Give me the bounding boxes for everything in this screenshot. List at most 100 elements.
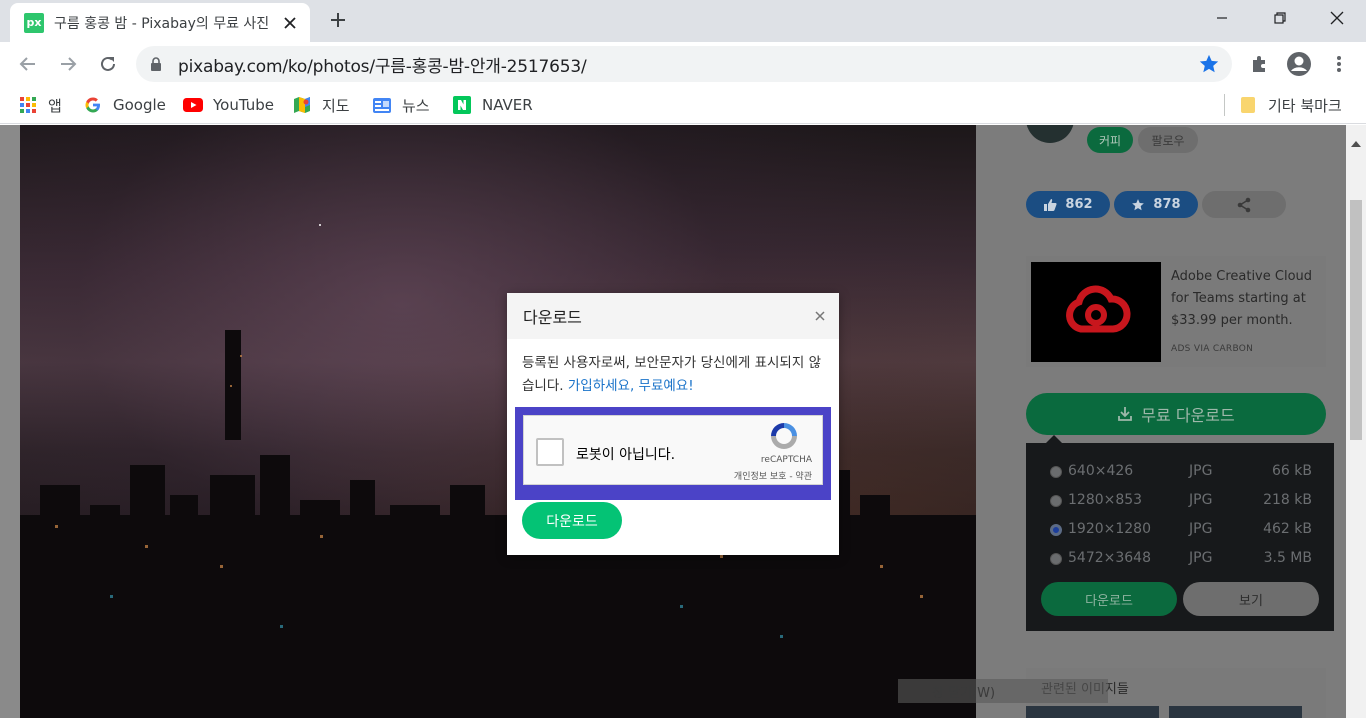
radio-button[interactable] [1050,553,1062,565]
size-option-1920[interactable]: 1920×1280 JPG 462 kB [1050,521,1312,541]
radio-button[interactable] [1050,466,1062,478]
dropdown-download-button[interactable]: 다운로드 [1041,582,1177,616]
ad-via: ADS VIA CARBON [1171,344,1254,354]
bookmark-star-icon[interactable] [1198,53,1220,80]
address-bar[interactable]: pixabay.com/ko/photos/구름-홍콩-밤-안개-2517653… [136,46,1232,82]
lock-icon [150,56,164,72]
ad-text: Adobe Creative Cloud for Teams starting … [1171,269,1313,328]
captcha-highlight-frame: 로봇이 아닙니다. reCAPTCHA 개인정보 보호 - 약관 [515,407,831,500]
option-size: 218 kB [1263,492,1312,508]
follow-button[interactable]: 팔로우 [1138,127,1198,153]
forward-button[interactable] [54,50,82,78]
recaptcha-logo-icon [768,420,800,457]
modal-download-button[interactable]: 다운로드 [522,502,622,539]
option-resolution: 1920×1280 [1068,521,1151,537]
option-size: 66 kB [1272,463,1312,479]
favorite-count: 878 [1153,197,1181,212]
related-image-thumbnail[interactable] [1026,706,1159,718]
browser-toolbar: pixabay.com/ko/photos/구름-홍콩-밤-안개-2517653… [0,42,1366,86]
bookmark-maps[interactable]: 지도 [292,95,350,115]
signup-link[interactable]: 가입하세요, 무료예요! [568,378,694,394]
share-button[interactable] [1202,191,1286,218]
captcha-checkbox[interactable] [536,438,564,466]
modal-title: 다운로드 [523,308,582,327]
related-image-thumbnail[interactable] [1169,706,1302,718]
browser-tab[interactable]: px 구름 홍콩 밤 - Pixabay의 무료 사진 [10,3,310,42]
view-button[interactable]: 보기 [1183,582,1319,616]
option-format: JPG [1189,492,1213,508]
bookmark-label: Google [113,96,166,114]
coffee-button[interactable]: 커피 [1087,127,1133,153]
thumbs-up-icon [1044,198,1058,211]
share-icon [1237,197,1251,212]
scroll-up-arrow-icon[interactable] [1351,135,1361,153]
recaptcha-brand: reCAPTCHA [760,455,812,465]
apps-grid-icon [18,96,38,114]
bookmark-label: 뉴스 [402,96,430,115]
option-format: JPG [1189,550,1213,566]
download-icon [1118,407,1133,421]
modal-message: 등록된 사용자로써, 보안문자가 당신에게 표시되지 않습니다. 가입하세요, … [522,352,827,398]
radio-button-selected[interactable] [1050,524,1062,536]
maps-icon [292,96,312,114]
recaptcha-widget: 로봇이 아닙니다. reCAPTCHA 개인정보 보호 - 약관 [523,415,823,485]
new-tab-button[interactable] [324,6,352,34]
free-download-label: 무료 다운로드 [1141,406,1235,425]
size-option-1280[interactable]: 1280×853 JPG 218 kB [1050,492,1312,512]
size-option-640[interactable]: 640×426 JPG 66 kB [1050,463,1312,483]
more-menu-icon[interactable] [1325,50,1353,78]
close-window-button[interactable] [1308,0,1366,36]
page-content: 커피 팔로우 862 878 Adobe Creative Cloud for … [0,125,1366,718]
maximize-button[interactable] [1251,0,1309,36]
option-size: 3.5 MB [1263,550,1312,566]
tab-title: 구름 홍콩 밤 - Pixabay의 무료 사진 [54,15,270,32]
option-resolution: 640×426 [1068,463,1134,479]
star-icon [1132,198,1145,210]
minimize-button[interactable] [1193,0,1251,36]
like-button[interactable]: 862 [1026,191,1110,218]
extensions-icon[interactable] [1245,50,1273,78]
size-option-5472[interactable]: 5472×3648 JPG 3.5 MB [1050,550,1312,570]
download-size-dropdown: 640×426 JPG 66 kB 1280×853 JPG 218 kB 19… [1026,435,1334,631]
scrollbar-thumb[interactable] [1350,200,1362,440]
bookmark-label: 기타 북마크 [1268,96,1342,115]
back-button[interactable] [14,50,42,78]
news-icon [372,96,392,114]
radio-button[interactable] [1050,495,1062,507]
bookmark-youtube[interactable]: YouTube [183,95,274,115]
bookmark-other[interactable]: 기타 북마크 [1238,95,1342,115]
close-icon[interactable] [815,305,825,326]
bookmark-label: 앱 [48,96,62,115]
captcha-label: 로봇이 아닙니다. [576,447,676,463]
bookmark-news[interactable]: 뉴스 [372,95,430,115]
pixabay-favicon-icon: px [24,12,44,33]
option-format: JPG [1189,463,1213,479]
adobe-creative-cloud-logo-icon [1031,262,1161,362]
profile-avatar-icon[interactable] [1285,50,1313,78]
url-text: pixabay.com/ko/photos/구름-홍콩-밤-안개-2517653… [178,56,587,77]
bookmarks-bar: 앱 Google YouTube 지도 뉴스 NAVER 기타 북마크 [0,86,1366,124]
page-scrollbar[interactable] [1346,125,1366,718]
bookmarks-divider [1224,94,1225,116]
bookmark-apps[interactable]: 앱 [18,95,62,115]
bookmark-google[interactable]: Google [83,95,166,115]
option-format: JPG [1189,521,1213,537]
google-icon [83,96,103,114]
modal-header: 다운로드 [507,293,839,339]
close-window-tooltip: 창 닫기(W) [898,679,1108,703]
bookmark-label: YouTube [213,96,274,114]
bookmark-label: 지도 [322,96,350,115]
favorite-button[interactable]: 878 [1114,191,1198,218]
reload-button[interactable] [94,50,122,78]
free-download-button[interactable]: 무료 다운로드 [1026,393,1326,435]
folder-icon [1238,96,1258,114]
youtube-icon [183,96,203,114]
close-tab-icon[interactable] [280,13,300,33]
bookmark-naver[interactable]: NAVER [452,95,533,115]
carbon-ad[interactable]: Adobe Creative Cloud for Teams starting … [1026,256,1326,367]
dropdown-caret [1046,435,1062,443]
bookmark-label: NAVER [482,96,533,114]
option-size: 462 kB [1263,521,1312,537]
option-resolution: 1280×853 [1068,492,1143,508]
recaptcha-privacy-terms-links[interactable]: 개인정보 보호 - 약관 [734,469,812,482]
